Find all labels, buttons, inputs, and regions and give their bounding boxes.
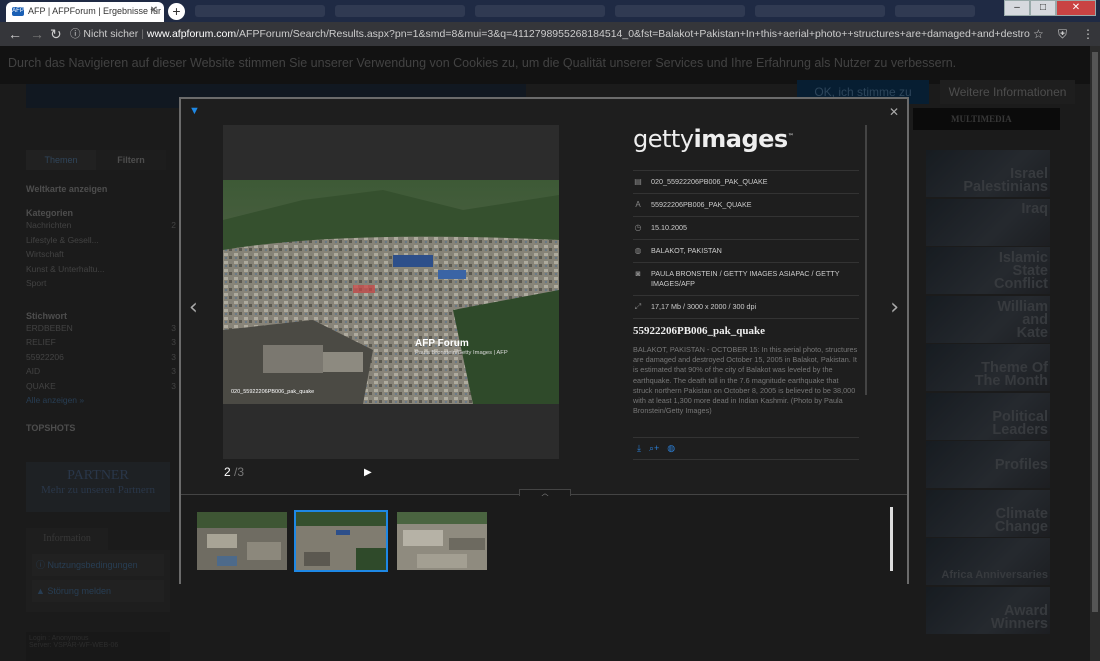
bookmark-star-icon[interactable]: ☆ [1033, 27, 1044, 41]
reload-icon[interactable]: ↻ [50, 26, 62, 43]
tab-title: AFP | AFPForum | Ergebnisse für ... [28, 6, 164, 16]
address-bar[interactable]: ⓘ Nicht sicher | www.afpforum.com/AFPFor… [70, 25, 1030, 43]
url-host: www.afpforum.com [146, 28, 237, 40]
meta-row-date: ◷ 15.10.2005 [633, 217, 859, 240]
photo-overlay-title: AFP Forum [415, 338, 469, 349]
letter-a-icon: A [635, 200, 641, 209]
photo-actions: ⤓ ⌕+ ◍ [633, 437, 859, 460]
next-arrow-icon[interactable]: › [890, 295, 899, 320]
photo-overlay-filename: 020_55922206PB006_pak_quake [231, 389, 315, 395]
new-tab-button[interactable]: + [168, 3, 185, 20]
browser-tab[interactable] [615, 5, 745, 17]
tab-close-icon[interactable]: ✕ [150, 5, 158, 16]
page-scrollbar[interactable] [1090, 46, 1100, 661]
thumbnail-item-selected[interactable] [294, 510, 388, 572]
photo-title: 55922206PB006_pak_quake [633, 325, 766, 337]
clock-icon: ◷ [634, 223, 642, 232]
meta-value: 55922206PB006_PAK_QUAKE [651, 200, 752, 209]
meta-row-id: A 55922206PB006_PAK_QUAKE [633, 194, 859, 217]
browser-toolbar: ← → ↻ ⓘ Nicht sicher | www.afpforum.com/… [0, 22, 1100, 46]
globe-share-icon[interactable]: ◍ [667, 443, 675, 454]
thumbnail-strip: ︿ [181, 489, 907, 584]
url-path: /AFPForum/Search/Results.aspx?pn=1&smd=8… [236, 28, 1030, 40]
window-controls: – □ ✕ [1004, 0, 1096, 18]
browser-tab[interactable] [195, 5, 325, 17]
meta-row-credit: ◙ PAULA BRONSTEIN / GETTY IMAGES ASIAPAC … [633, 263, 859, 296]
meta-row-file: ▤ 020_55922206PB006_PAK_QUAKE [633, 171, 859, 194]
afp-favicon-icon: AFP [12, 7, 24, 16]
browser-tab[interactable] [895, 5, 975, 17]
description-scrollbar[interactable] [865, 125, 867, 395]
meta-value: 020_55922206PB006_PAK_QUAKE [651, 177, 768, 186]
meta-value: BALAKOT, PAKISTAN [651, 246, 722, 255]
metadata-list: ▤ 020_55922206PB006_PAK_QUAKE A 55922206PB… [633, 170, 859, 319]
camera-icon: ◙ [635, 269, 641, 278]
browser-tab-active[interactable]: AFP AFP | AFPForum | Ergebnisse für ... … [6, 2, 164, 22]
pin-icon[interactable]: ▼ [189, 105, 200, 117]
metadata-panel: gettyimages™ ▤ 020_55922206PB006_PAK_QUAK… [633, 125, 867, 460]
previous-arrow-icon[interactable]: ‹ [189, 295, 198, 320]
image-lightbox: ▼ ✕ ‹ › AFP Forum Paula Bronstein/Getty … [179, 97, 909, 584]
download-icon[interactable]: ⤓ [637, 443, 641, 454]
globe-icon: ◍ [634, 246, 642, 255]
scrollbar-thumb[interactable] [1092, 52, 1098, 612]
gettyimages-logo: gettyimages™ [633, 125, 794, 153]
image-counter: 2 /3 [224, 465, 244, 479]
brand-part-bold: images [693, 125, 789, 153]
browser-tab[interactable] [335, 5, 465, 17]
thumbnail-scrollbar[interactable] [890, 507, 893, 571]
back-arrow-icon[interactable]: ← [8, 26, 22, 42]
photo-overlay-credit: Paula Bronstein/Getty Images | AFP [415, 350, 508, 356]
brand-part-light: getty [633, 125, 694, 153]
meta-value: 17,17 Mb / 3000 x 2000 / 300 dpi [651, 302, 757, 311]
browser-tab[interactable] [475, 5, 605, 17]
counter-total: /3 [234, 465, 245, 479]
info-icon[interactable]: ⓘ [70, 28, 81, 40]
minimize-button[interactable]: – [1004, 0, 1030, 16]
thumbnail-item[interactable] [395, 510, 489, 572]
zoom-search-icon[interactable]: ⌕+ [649, 443, 659, 454]
thumbnail-image [296, 512, 386, 570]
browser-tab-strip: AFP AFP | AFPForum | Ergebnisse für ... … [0, 0, 1100, 22]
browser-tab[interactable] [755, 5, 885, 17]
thumbnail-image [397, 512, 487, 570]
resize-icon: ⤢ [634, 302, 642, 311]
thumbnail-item[interactable] [195, 510, 289, 572]
forward-arrow-icon[interactable]: → [30, 26, 44, 42]
maximize-button[interactable]: □ [1030, 0, 1056, 16]
play-icon[interactable]: ▶ [364, 467, 372, 478]
meta-value: 15.10.2005 [651, 223, 687, 232]
menu-kebab-icon[interactable]: ⋮ [1082, 27, 1094, 41]
meta-row-location: ◍ BALAKOT, PAKISTAN [633, 240, 859, 263]
security-label: Nicht sicher [83, 28, 139, 40]
photo-destroyed-town [223, 180, 559, 404]
counter-current: 2 [224, 465, 231, 479]
main-photo[interactable]: AFP Forum Paula Bronstein/Getty Images |… [223, 180, 559, 404]
meta-value: PAULA BRONSTEIN / GETTY IMAGES ASIAPAC /… [651, 269, 840, 288]
extension-icon[interactable]: ⛨ [1058, 27, 1067, 42]
window-close-button[interactable]: ✕ [1056, 0, 1096, 16]
close-icon[interactable]: ✕ [889, 105, 899, 119]
thumbnail-image [197, 512, 287, 570]
document-icon: ▤ [634, 177, 642, 186]
meta-row-size: ⤢ 17,17 Mb / 3000 x 2000 / 300 dpi [633, 296, 859, 319]
collapse-chevron-icon[interactable]: ︿ [519, 489, 571, 497]
photo-description: BALAKOT, PAKISTAN - OCTOBER 15: In this … [633, 345, 858, 416]
